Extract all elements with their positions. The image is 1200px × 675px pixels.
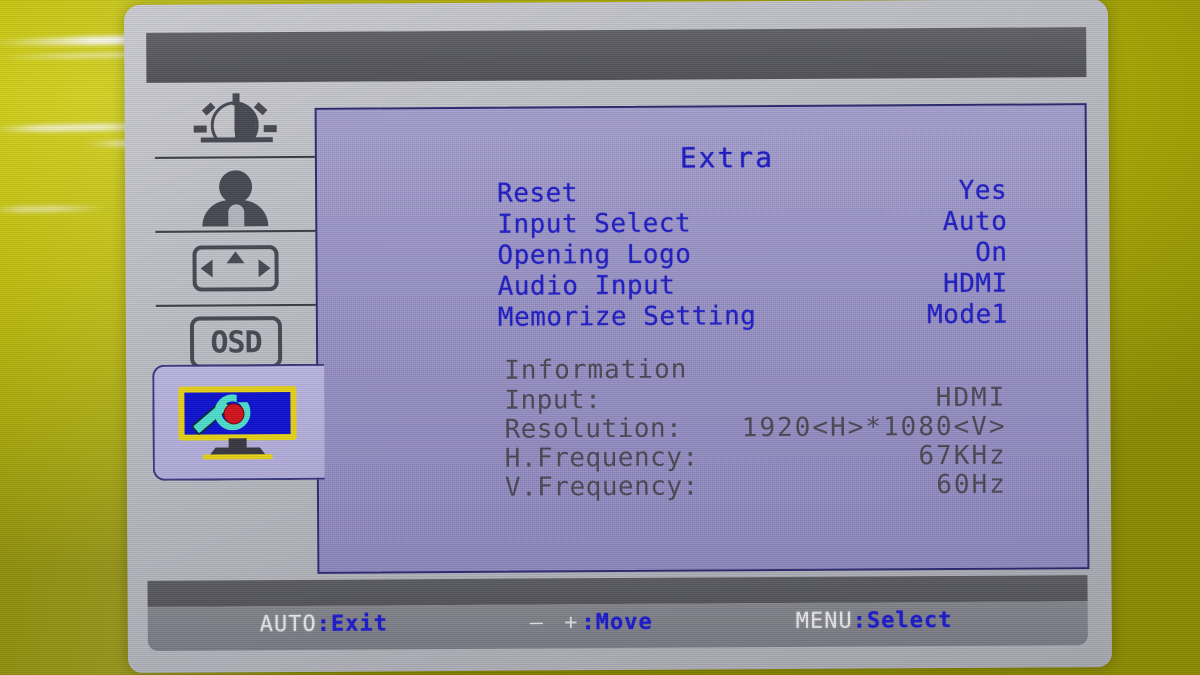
info-label: V.Frequency: <box>504 471 699 503</box>
info-value: HDMI <box>935 382 1007 414</box>
color-icon <box>198 170 272 227</box>
menu-value[interactable]: Mode1 <box>927 300 1008 330</box>
status-action: :Select <box>852 607 953 634</box>
plus-minus-icon: — + <box>529 610 582 636</box>
glare-reflection <box>0 204 109 214</box>
extra-icon <box>178 385 297 460</box>
info-row-resolution: Resolution: 1920<H>*1080<V> <box>318 411 1086 445</box>
info-row-h-frequency: H.Frequency: 67KHz <box>319 440 1087 474</box>
menu-row-opening-logo[interactable]: Opening Logo On <box>317 237 1085 273</box>
menu-value[interactable]: Auto <box>943 207 1008 237</box>
osd-content-panel: Extra Reset Yes Input Select Auto Openin… <box>314 103 1090 574</box>
status-action: :Move <box>581 609 653 636</box>
osd-icon: OSD <box>189 316 283 369</box>
menu-row-reset[interactable]: Reset Yes <box>317 175 1085 211</box>
osd-status-bar: AUTO:Exit — +:Move MENU:Select <box>147 601 1088 651</box>
menu-label: Reset <box>497 178 579 209</box>
status-hint-exit[interactable]: AUTO:Exit <box>260 611 388 637</box>
info-row-input: Input: HDMI <box>318 382 1086 416</box>
status-key: AUTO <box>259 611 317 638</box>
sidebar-item-position[interactable] <box>155 231 316 307</box>
info-value: 67KHz <box>918 440 1007 472</box>
menu-row-input-select[interactable]: Input Select Auto <box>317 206 1085 242</box>
osd-icon-label: OSD <box>210 325 262 361</box>
page-title-text: Extra <box>679 141 775 175</box>
sidebar-item-color[interactable] <box>154 157 316 233</box>
info-value: 60Hz <box>936 469 1008 501</box>
info-label: Input: <box>504 385 602 416</box>
menu-value[interactable]: HDMI <box>943 269 1008 299</box>
info-label: H.Frequency: <box>504 442 699 474</box>
settings-menu: Reset Yes Input Select Auto Opening Logo… <box>317 175 1086 335</box>
page-title: Extra <box>317 139 1085 177</box>
status-hint-move[interactable]: — +:Move <box>530 610 653 636</box>
menu-label: Opening Logo <box>497 239 692 271</box>
information-section: Information Input: HDMI Resolution: 1920… <box>318 352 1086 503</box>
osd-top-bar <box>146 27 1087 83</box>
status-hint-select[interactable]: MENU:Select <box>796 608 953 634</box>
status-action: :Exit <box>316 611 389 637</box>
menu-label: Memorize Setting <box>497 301 757 333</box>
info-row-v-frequency: V.Frequency: 60Hz <box>319 469 1087 503</box>
osd-sidebar: OSD <box>154 83 316 375</box>
menu-row-memorize-setting[interactable]: Memorize Setting Mode1 <box>318 299 1086 335</box>
brightness-contrast-icon <box>193 93 277 143</box>
status-key: MENU <box>795 608 853 634</box>
info-value: 1920<H>*1080<V> <box>741 411 1007 444</box>
info-label: Resolution: <box>504 413 683 445</box>
osd-window: OSD Extra Reset Yes Input Select Auto Op… <box>123 0 1113 673</box>
screenshot-root: OSD Extra Reset Yes Input Select Auto Op… <box>0 0 1200 675</box>
menu-value[interactable]: On <box>975 238 1007 268</box>
information-heading: Information <box>504 354 688 386</box>
menu-label: Input Select <box>497 208 692 240</box>
menu-value[interactable]: Yes <box>959 176 1008 206</box>
menu-label: Audio Input <box>497 270 676 302</box>
sidebar-item-brightness[interactable] <box>154 83 315 159</box>
menu-row-audio-input[interactable]: Audio Input HDMI <box>318 268 1086 304</box>
sidebar-item-extra-active[interactable] <box>152 363 325 481</box>
position-icon <box>192 245 279 292</box>
